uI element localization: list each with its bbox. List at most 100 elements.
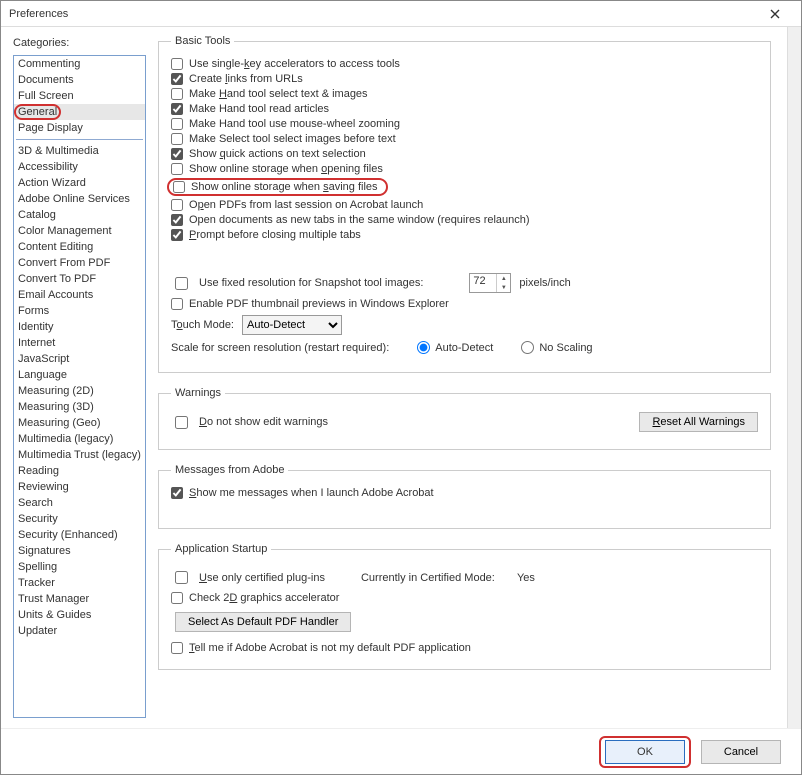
category-item[interactable]: Adobe Online Services bbox=[14, 191, 145, 207]
category-item[interactable]: Documents bbox=[14, 72, 145, 88]
category-item[interactable]: Signatures bbox=[14, 543, 145, 559]
certified-plugins-label[interactable]: Use only certified plug-ins bbox=[199, 572, 325, 584]
startup-group: Application Startup Use only certified p… bbox=[158, 543, 771, 670]
scale-auto-radio[interactable] bbox=[417, 341, 430, 354]
tabs-same-checkbox[interactable] bbox=[171, 214, 183, 226]
footer: OK Cancel bbox=[1, 728, 801, 774]
titlebar: Preferences bbox=[1, 1, 801, 27]
tell-default-label[interactable]: Tell me if Adobe Acrobat is not my defau… bbox=[189, 642, 471, 654]
thumbs-checkbox[interactable] bbox=[171, 298, 183, 310]
category-item[interactable]: Language bbox=[14, 367, 145, 383]
open-last-label[interactable]: Open PDFs from last session on Acrobat l… bbox=[189, 199, 423, 211]
category-item[interactable]: Security bbox=[14, 511, 145, 527]
prompt-close-checkbox[interactable] bbox=[171, 229, 183, 241]
snapshot-res-value: 72 bbox=[473, 275, 485, 287]
close-button[interactable] bbox=[757, 2, 793, 26]
category-item[interactable]: Measuring (Geo) bbox=[14, 415, 145, 431]
category-item[interactable]: General bbox=[14, 104, 145, 120]
select-img-checkbox[interactable] bbox=[171, 133, 183, 145]
single-key-label[interactable]: Use single-key accelerators to access to… bbox=[189, 58, 400, 70]
adobe-messages-group: Messages from Adobe Show me messages whe… bbox=[158, 464, 771, 529]
snapshot-res-label[interactable]: Use fixed resolution for Snapshot tool i… bbox=[199, 277, 423, 289]
links-urls-label[interactable]: Create links from URLs bbox=[189, 73, 303, 85]
category-item[interactable]: Color Management bbox=[14, 223, 145, 239]
storage-save-highlight: Show online storage when saving files bbox=[167, 178, 388, 196]
category-separator bbox=[16, 139, 143, 140]
hand-select-checkbox[interactable] bbox=[171, 88, 183, 100]
category-item[interactable]: Page Display bbox=[14, 120, 145, 136]
quick-actions-label[interactable]: Show quick actions on text selection bbox=[189, 148, 366, 160]
hand-read-label[interactable]: Make Hand tool read articles bbox=[189, 103, 329, 115]
prompt-close-label[interactable]: Prompt before closing multiple tabs bbox=[189, 229, 361, 241]
open-last-checkbox[interactable] bbox=[171, 199, 183, 211]
default-pdf-handler-button[interactable]: Select As Default PDF Handler bbox=[175, 612, 351, 632]
links-urls-checkbox[interactable] bbox=[171, 73, 183, 85]
thumbs-label[interactable]: Enable PDF thumbnail previews in Windows… bbox=[189, 298, 449, 310]
categories-label: Categories: bbox=[13, 37, 146, 49]
category-item[interactable]: Convert To PDF bbox=[14, 271, 145, 287]
storage-save-checkbox[interactable] bbox=[173, 181, 185, 193]
show-messages-label[interactable]: Show me messages when I launch Adobe Acr… bbox=[189, 487, 434, 499]
storage-open-label[interactable]: Show online storage when opening files bbox=[189, 163, 383, 175]
ok-button[interactable]: OK bbox=[605, 740, 685, 764]
snapshot-res-unit: pixels/inch bbox=[519, 277, 570, 289]
category-item[interactable]: Content Editing bbox=[14, 239, 145, 255]
single-key-checkbox[interactable] bbox=[171, 58, 183, 70]
category-item[interactable]: Trust Manager bbox=[14, 591, 145, 607]
select-img-label[interactable]: Make Select tool select images before te… bbox=[189, 133, 396, 145]
show-messages-checkbox[interactable] bbox=[171, 487, 183, 499]
category-item[interactable]: Measuring (2D) bbox=[14, 383, 145, 399]
snapshot-res-input[interactable]: 72 ▲▼ bbox=[469, 273, 511, 293]
category-item[interactable]: 3D & Multimedia bbox=[14, 143, 145, 159]
category-item[interactable]: JavaScript bbox=[14, 351, 145, 367]
category-item[interactable]: Search bbox=[14, 495, 145, 511]
scale-none-label[interactable]: No Scaling bbox=[539, 342, 592, 354]
hand-wheel-label[interactable]: Make Hand tool use mouse-wheel zooming bbox=[189, 118, 400, 130]
snapshot-res-checkbox[interactable] bbox=[175, 277, 188, 290]
hand-wheel-checkbox[interactable] bbox=[171, 118, 183, 130]
category-item[interactable]: Full Screen bbox=[14, 88, 145, 104]
category-list[interactable]: CommentingDocumentsFull ScreenGeneralPag… bbox=[13, 55, 146, 718]
category-item[interactable]: Commenting bbox=[14, 56, 145, 72]
tabs-same-label[interactable]: Open documents as new tabs in the same w… bbox=[189, 214, 530, 226]
category-item[interactable]: Convert From PDF bbox=[14, 255, 145, 271]
no-edit-warn-checkbox[interactable] bbox=[175, 416, 188, 429]
scale-none-radio[interactable] bbox=[521, 341, 534, 354]
cancel-button[interactable]: Cancel bbox=[701, 740, 781, 764]
category-item[interactable]: Identity bbox=[14, 319, 145, 335]
category-item[interactable]: Accessibility bbox=[14, 159, 145, 175]
category-item[interactable]: Units & Guides bbox=[14, 607, 145, 623]
category-item[interactable]: Spelling bbox=[14, 559, 145, 575]
scale-auto-label[interactable]: Auto-Detect bbox=[435, 342, 493, 354]
tell-default-checkbox[interactable] bbox=[171, 642, 183, 654]
category-item[interactable]: Action Wizard bbox=[14, 175, 145, 191]
touch-mode-select[interactable]: Auto-Detect bbox=[242, 315, 342, 335]
scale-label: Scale for screen resolution (restart req… bbox=[171, 342, 389, 354]
category-item[interactable]: Tracker bbox=[14, 575, 145, 591]
cert-mode-value: Yes bbox=[517, 572, 535, 584]
category-item[interactable]: Multimedia (legacy) bbox=[14, 431, 145, 447]
reset-warnings-button[interactable]: Reset All Warnings bbox=[639, 412, 758, 432]
category-item[interactable]: Reading bbox=[14, 463, 145, 479]
warnings-legend: Warnings bbox=[171, 387, 225, 399]
storage-save-label[interactable]: Show online storage when saving files bbox=[191, 181, 378, 193]
certified-plugins-checkbox[interactable] bbox=[175, 571, 188, 584]
gfx-accel-label[interactable]: Check 2D graphics accelerator bbox=[189, 592, 339, 604]
hand-read-checkbox[interactable] bbox=[171, 103, 183, 115]
spinner-icon[interactable]: ▲▼ bbox=[496, 274, 510, 292]
no-edit-warn-label[interactable]: Do not show edit warnings bbox=[199, 416, 328, 428]
category-item[interactable]: Catalog bbox=[14, 207, 145, 223]
category-item[interactable]: Reviewing bbox=[14, 479, 145, 495]
storage-open-checkbox[interactable] bbox=[171, 163, 183, 175]
quick-actions-checkbox[interactable] bbox=[171, 148, 183, 160]
category-item[interactable]: Internet bbox=[14, 335, 145, 351]
category-item[interactable]: Email Accounts bbox=[14, 287, 145, 303]
category-item[interactable]: Updater bbox=[14, 623, 145, 639]
category-item[interactable]: Security (Enhanced) bbox=[14, 527, 145, 543]
vertical-scrollbar[interactable] bbox=[787, 27, 801, 728]
category-item[interactable]: Forms bbox=[14, 303, 145, 319]
gfx-accel-checkbox[interactable] bbox=[171, 592, 183, 604]
hand-select-label[interactable]: Make Hand tool select text & images bbox=[189, 88, 368, 100]
category-item[interactable]: Measuring (3D) bbox=[14, 399, 145, 415]
category-item[interactable]: Multimedia Trust (legacy) bbox=[14, 447, 145, 463]
